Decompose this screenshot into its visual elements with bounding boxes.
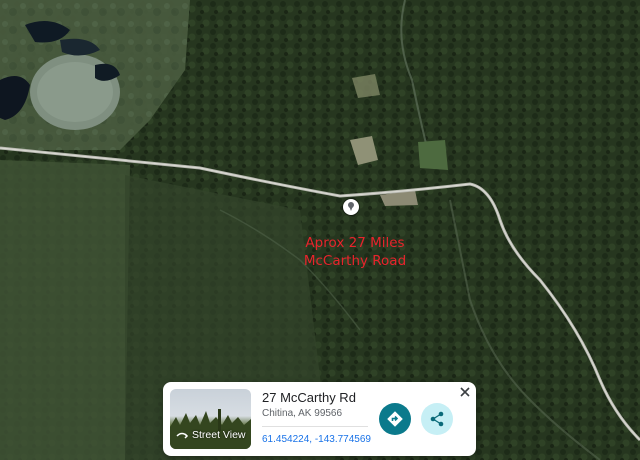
place-subtitle: Chitina, AK 99566: [262, 408, 343, 419]
street-view-text: Street View: [192, 429, 246, 441]
place-card: Street View 27 McCarthy Rd Chitina, AK 9…: [163, 382, 476, 456]
coordinates-text[interactable]: 61.454224, -143.774569: [262, 434, 371, 445]
divider: [262, 426, 368, 427]
close-button[interactable]: [458, 385, 472, 399]
directions-button[interactable]: [379, 403, 411, 435]
directions-icon: [387, 411, 403, 427]
street-view-thumbnail[interactable]: Street View: [170, 389, 251, 449]
place-title: 27 McCarthy Rd: [262, 390, 356, 405]
annotation-line-2: McCarthy Road: [303, 253, 407, 269]
location-pin-icon[interactable]: [343, 199, 359, 215]
street-view-icon: [176, 432, 189, 439]
map-annotation: Aprox 27 Miles McCarthy Road: [300, 234, 410, 270]
close-icon: [460, 387, 470, 397]
annotation-line-1: Aprox 27 Miles: [305, 235, 405, 251]
share-button[interactable]: [421, 403, 453, 435]
share-icon: [430, 411, 444, 427]
street-view-label[interactable]: Street View: [175, 429, 246, 441]
